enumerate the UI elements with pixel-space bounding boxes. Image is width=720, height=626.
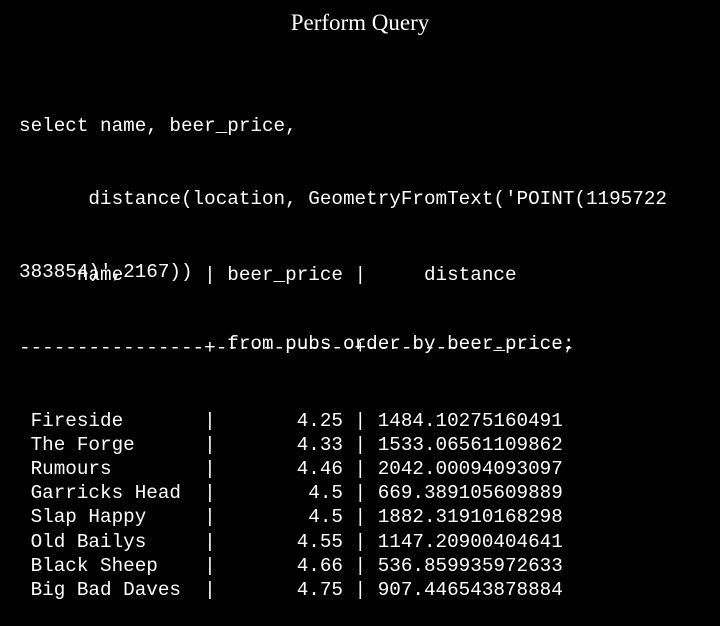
table-row: Big Bad Daves | 4.75 | 907.446543878884 bbox=[19, 578, 563, 601]
table-row: The Forge | 4.33 | 1533.06561109862 bbox=[19, 433, 563, 456]
query-result-table: name | beer_price | distance -----------… bbox=[19, 215, 574, 626]
table-row: Black Sheep | 4.66 | 536.859935972633 bbox=[19, 554, 563, 577]
table-row: Garricks Head | 4.5 | 669.389105609889 bbox=[19, 482, 563, 505]
table-row: Old Bailys | 4.55 | 1147.20900404641 bbox=[19, 530, 563, 553]
query-line: distance(location, GeometryFromText('POI… bbox=[19, 188, 667, 210]
result-header: name | beer_price | distance bbox=[19, 264, 517, 287]
table-row: Fireside | 4.25 | 1484.10275160491 bbox=[19, 409, 563, 432]
query-line: select name, beer_price, bbox=[19, 115, 297, 138]
table-row: Slap Happy | 4.5 | 1882.31910168298 bbox=[19, 506, 563, 529]
result-separator: ----------------+------------+----------… bbox=[19, 337, 575, 359]
result-rows: Fireside | 4.25 | 1484.10275160491 The F… bbox=[19, 409, 574, 603]
table-row: Rumours | 4.46 | 2042.00094093097 bbox=[19, 457, 563, 480]
slide-title: Perform Query bbox=[290, 10, 430, 35]
